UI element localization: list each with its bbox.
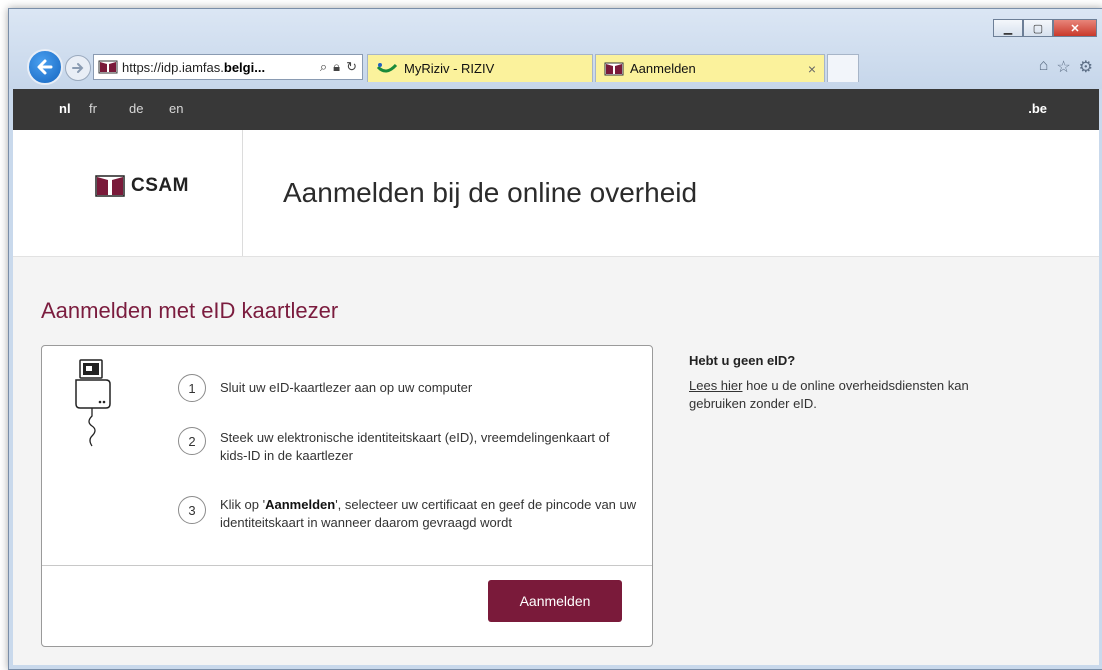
- search-icon[interactable]: ⌕: [320, 59, 327, 75]
- tab-myriziv[interactable]: MyRiziv - RIZIV: [367, 54, 593, 82]
- forward-arrow-icon: [72, 63, 84, 73]
- step-number: 3: [178, 496, 206, 524]
- step-number: 1: [178, 374, 206, 402]
- no-eid-heading: Hebt u geen eID?: [689, 353, 796, 368]
- language-bar: nl fr de en .be: [13, 89, 1099, 130]
- window-controls: ▁ ▢ ✕: [993, 19, 1097, 37]
- back-button[interactable]: [27, 49, 63, 85]
- star-icon[interactable]: ☆: [1056, 57, 1070, 77]
- step-3: 3 Klik op 'Aanmelden', selecteer uw cert…: [178, 496, 640, 532]
- login-button[interactable]: Aanmelden: [488, 580, 622, 622]
- site-favicon: [98, 60, 118, 74]
- belgium-site-mark[interactable]: .be: [1028, 101, 1047, 116]
- step-text: Steek uw elektronische identiteitskaart …: [220, 430, 610, 463]
- tab-aanmelden[interactable]: Aanmelden ×: [595, 54, 825, 82]
- web-page: nl fr de en .be CSAM Aanmelden bij de on…: [13, 89, 1099, 665]
- lang-de[interactable]: de: [129, 101, 143, 116]
- lang-en[interactable]: en: [169, 101, 183, 116]
- page-header: CSAM Aanmelden bij de online overheid: [13, 130, 1099, 257]
- page-title: Aanmelden bij de online overheid: [283, 177, 698, 208]
- logo-text: CSAM: [131, 175, 189, 196]
- step-2: 2 Steek uw elektronische identiteitskaar…: [178, 427, 640, 465]
- lang-fr[interactable]: fr: [89, 101, 97, 116]
- step-number: 2: [178, 427, 206, 455]
- riziv-favicon: [376, 62, 398, 72]
- new-tab-button[interactable]: [827, 54, 859, 82]
- card-divider: [42, 565, 652, 566]
- address-bar[interactable]: https://idp.iamfas.belgi... ⌕ 🔒︎ ↻: [93, 54, 363, 80]
- close-window-button[interactable]: ✕: [1053, 19, 1097, 37]
- card-reader-icon: [75, 359, 111, 447]
- browser-window: ▁ ▢ ✕ https://idp.iamfas.belgi... ⌕ 🔒︎ ↻…: [8, 8, 1102, 670]
- lock-icon[interactable]: 🔒︎: [333, 59, 340, 75]
- csam-favicon: [604, 62, 624, 75]
- refresh-icon[interactable]: ↻: [346, 59, 357, 75]
- logo-area: CSAM: [13, 130, 243, 256]
- browser-chrome: ▁ ▢ ✕ https://idp.iamfas.belgi... ⌕ 🔒︎ ↻…: [9, 9, 1102, 89]
- step-1: 1 Sluit uw eID-kaartlezer aan op uw comp…: [178, 374, 640, 402]
- step-text: Klik op 'Aanmelden', selecteer uw certif…: [220, 497, 637, 530]
- read-here-link[interactable]: Lees hier: [689, 378, 742, 393]
- step-text: Sluit uw eID-kaartlezer aan op uw comput…: [220, 380, 473, 395]
- minimize-button[interactable]: ▁: [993, 19, 1023, 37]
- back-arrow-icon: [37, 59, 53, 75]
- no-eid-text: Lees hier hoe u de online overheidsdiens…: [689, 378, 969, 411]
- home-icon[interactable]: ⌂: [1039, 57, 1049, 77]
- tab-close-button[interactable]: ×: [808, 61, 816, 77]
- maximize-button[interactable]: ▢: [1023, 19, 1053, 37]
- section-title: Aanmelden met eID kaartlezer: [41, 298, 339, 323]
- gear-icon[interactable]: ⚙: [1079, 57, 1093, 77]
- csam-logo-icon: [95, 175, 125, 197]
- csam-logo[interactable]: CSAM: [95, 175, 189, 197]
- forward-button[interactable]: [65, 55, 91, 81]
- lang-nl[interactable]: nl: [59, 101, 71, 116]
- login-steps-card: 1 Sluit uw eID-kaartlezer aan op uw comp…: [41, 345, 653, 647]
- address-url: https://idp.iamfas.belgi...: [122, 59, 266, 75]
